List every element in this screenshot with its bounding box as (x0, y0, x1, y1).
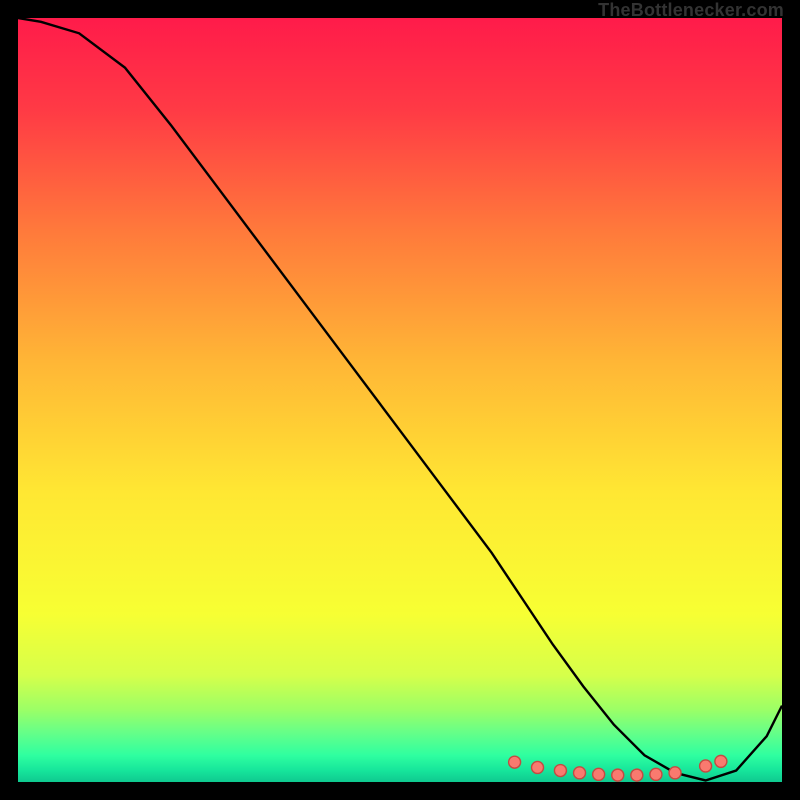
chart-frame: TheBottlenecker.com (0, 0, 800, 800)
data-point (574, 767, 586, 779)
gradient-background (18, 18, 782, 782)
data-point (700, 760, 712, 772)
data-point (650, 768, 662, 780)
data-point (715, 755, 727, 767)
data-point (509, 756, 521, 768)
data-point (554, 765, 566, 777)
data-point (669, 767, 681, 779)
data-point (593, 768, 605, 780)
data-point (612, 769, 624, 781)
chart-svg (18, 18, 782, 782)
data-point (532, 761, 544, 773)
attribution-label: TheBottlenecker.com (598, 0, 784, 21)
data-point (631, 769, 643, 781)
plot-area (18, 18, 782, 782)
